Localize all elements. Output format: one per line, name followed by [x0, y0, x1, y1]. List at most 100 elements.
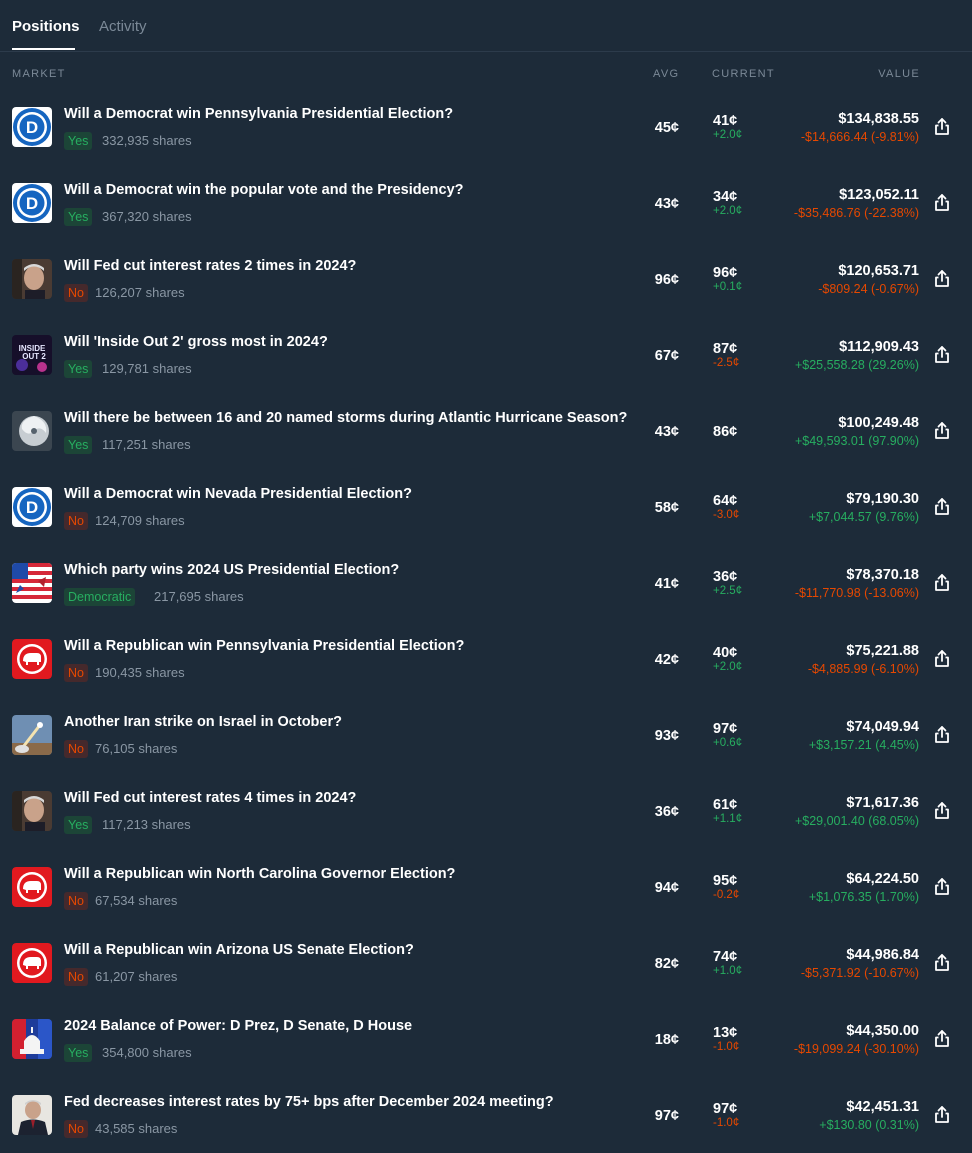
republican-icon[interactable] — [12, 867, 52, 907]
capitol-photo[interactable] — [12, 1019, 52, 1059]
shares-count: 217,695 shares — [154, 589, 244, 604]
column-header-value: VALUE — [878, 68, 920, 80]
profit-loss: +$7,044.57 (9.76%) — [808, 510, 919, 524]
party-flag-icon[interactable] — [12, 563, 52, 603]
market-title[interactable]: Which party wins 2024 US Presidential El… — [64, 562, 399, 578]
outcome-badge: Yes — [64, 1044, 93, 1062]
tab-positions[interactable]: Positions — [12, 18, 80, 35]
market-title[interactable]: Will a Republican win North Carolina Gov… — [64, 866, 455, 882]
current-price: 97¢ — [713, 721, 738, 737]
share-icon[interactable] — [932, 421, 952, 441]
share-icon[interactable] — [932, 497, 952, 517]
outcome-badge: No — [64, 284, 88, 302]
market-title[interactable]: Another Iran strike on Israel in October… — [64, 714, 342, 730]
profit-loss: -$5,371.92 (-10.67%) — [800, 966, 919, 980]
share-icon[interactable] — [932, 193, 952, 213]
position-row[interactable]: Another Iran strike on Israel in October… — [0, 697, 972, 773]
outcome-badge: No — [64, 740, 88, 758]
price-change: +2.5¢ — [713, 585, 743, 597]
republican-icon[interactable] — [12, 943, 52, 983]
democrat-icon[interactable]: D — [12, 107, 52, 147]
positions-list: D Will a Democrat win Pennsylvania Presid… — [0, 89, 972, 1153]
share-icon[interactable] — [932, 877, 952, 897]
position-value: $44,350.00 — [846, 1023, 919, 1039]
shares-count: 43,585 shares — [95, 1121, 178, 1136]
share-icon[interactable] — [932, 953, 952, 973]
column-header-current: CURRENT — [712, 68, 775, 80]
republican-icon[interactable] — [12, 639, 52, 679]
outcome-badge: No — [64, 1120, 88, 1138]
share-icon[interactable] — [932, 269, 952, 289]
shares-count: 117,251 shares — [102, 437, 191, 452]
share-icon[interactable] — [932, 649, 952, 669]
position-row[interactable]: D Will a Democrat win the popular vote an… — [0, 165, 972, 241]
avg-price: 82¢ — [654, 956, 679, 972]
outcome-badge: Yes — [64, 132, 93, 150]
profit-loss: +$25,558.28 (29.26%) — [794, 358, 919, 372]
missile-photo[interactable] — [12, 715, 52, 755]
democrat-icon[interactable]: D — [12, 487, 52, 527]
movie-poster-photo[interactable]: INSIDE OUT 2 — [12, 335, 52, 375]
share-icon[interactable] — [932, 1029, 952, 1049]
market-title[interactable]: Will 'Inside Out 2' gross most in 2024? — [64, 334, 328, 350]
market-title[interactable]: Will Fed cut interest rates 4 times in 2… — [64, 790, 356, 806]
position-row[interactable]: Will Fed cut interest rates 2 times in 2… — [0, 241, 972, 317]
hurricane-photo[interactable] — [12, 411, 52, 451]
fed-chair-photo[interactable] — [12, 259, 52, 299]
position-value: $64,224.50 — [846, 871, 919, 887]
market-title[interactable]: Will a Democrat win the popular vote and… — [64, 182, 464, 198]
market-title[interactable]: Will a Republican win Arizona US Senate … — [64, 942, 414, 958]
share-icon[interactable] — [932, 725, 952, 745]
price-change: -2.5¢ — [713, 357, 740, 369]
market-title[interactable]: Fed decreases interest rates by 75+ bps … — [64, 1094, 554, 1110]
position-value: $123,052.11 — [839, 187, 919, 203]
current-price: 34¢ — [713, 189, 738, 205]
position-row[interactable]: D Will a Democrat win Pennsylvania Presid… — [0, 89, 972, 165]
tab-activity[interactable]: Activity — [99, 18, 147, 35]
market-title[interactable]: Will there be between 16 and 20 named st… — [64, 410, 627, 426]
current-price: 40¢ — [713, 645, 738, 661]
market-title[interactable]: Will a Democrat win Nevada Presidential … — [64, 486, 412, 502]
market-title[interactable]: Will a Democrat win Pennsylvania Preside… — [64, 106, 453, 122]
price-change: +2.0¢ — [713, 661, 743, 673]
position-value: $78,370.18 — [846, 567, 919, 583]
outcome-badge: No — [64, 512, 88, 530]
svg-text:D: D — [26, 498, 38, 517]
market-title[interactable]: Will Fed cut interest rates 2 times in 2… — [64, 258, 356, 274]
avg-price: 36¢ — [654, 804, 679, 820]
position-row[interactable]: INSIDE OUT 2 Will 'Inside Out 2' gross mos… — [0, 317, 972, 393]
svg-text:D: D — [26, 118, 38, 137]
position-row[interactable]: 2024 Balance of Power: D Prez, D Senate,… — [0, 1001, 972, 1077]
democrat-icon[interactable]: D — [12, 183, 52, 223]
position-value: $112,909.43 — [839, 339, 919, 355]
current-price: 87¢ — [713, 341, 738, 357]
position-row[interactable]: Which party wins 2024 US Presidential El… — [0, 545, 972, 621]
position-row[interactable]: Will a Republican win North Carolina Gov… — [0, 849, 972, 925]
profit-loss: -$35,486.76 (-22.38%) — [793, 206, 919, 220]
market-title[interactable]: 2024 Balance of Power: D Prez, D Senate,… — [64, 1018, 412, 1034]
shares-count: 367,320 shares — [102, 209, 192, 224]
market-title[interactable]: Will a Republican win Pennsylvania Presi… — [64, 638, 464, 654]
position-row[interactable]: Will there be between 16 and 20 named st… — [0, 393, 972, 469]
position-row[interactable]: Fed decreases interest rates by 75+ bps … — [0, 1077, 972, 1153]
share-icon[interactable] — [932, 573, 952, 593]
avg-price: 43¢ — [654, 196, 679, 212]
position-row[interactable]: Will a Republican win Pennsylvania Presi… — [0, 621, 972, 697]
avg-price: 41¢ — [654, 576, 679, 592]
avg-price: 18¢ — [654, 1032, 679, 1048]
price-change: +2.0¢ — [713, 129, 743, 141]
share-icon[interactable] — [932, 345, 952, 365]
share-icon[interactable] — [932, 117, 952, 137]
share-icon[interactable] — [932, 801, 952, 821]
fed-chair-suit-photo[interactable] — [12, 1095, 52, 1135]
shares-count: 354,800 shares — [102, 1045, 192, 1060]
profit-loss: -$14,666.44 (-9.81%) — [800, 130, 919, 144]
position-row[interactable]: Will a Republican win Arizona US Senate … — [0, 925, 972, 1001]
column-header-market: MARKET — [12, 68, 66, 80]
position-row[interactable]: Will Fed cut interest rates 4 times in 2… — [0, 773, 972, 849]
position-row[interactable]: D Will a Democrat win Nevada Presidential… — [0, 469, 972, 545]
current-price: 36¢ — [713, 569, 738, 585]
fed-chair-photo[interactable] — [12, 791, 52, 831]
price-change: +2.0¢ — [713, 205, 743, 217]
share-icon[interactable] — [932, 1105, 952, 1125]
